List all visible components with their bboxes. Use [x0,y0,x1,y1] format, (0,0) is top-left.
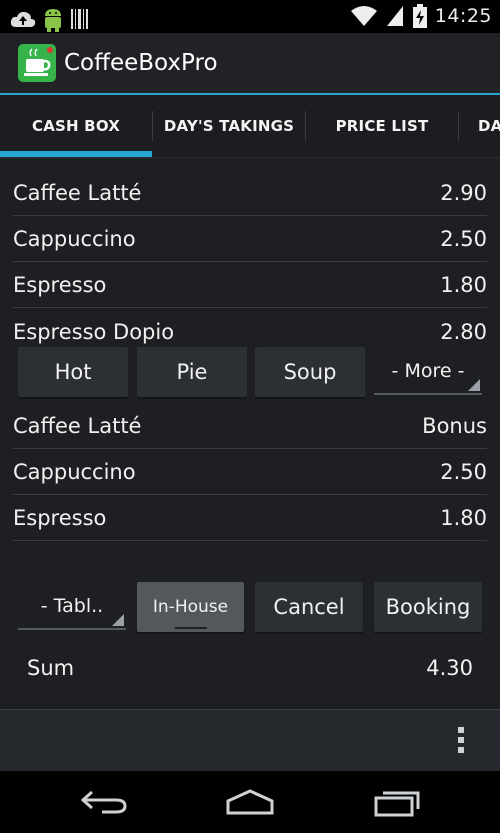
cloud-upload-icon [10,11,36,27]
cancel-button[interactable]: Cancel [255,582,363,632]
product-price: 1.80 [440,272,487,297]
table-spinner[interactable]: - Tabl.. [18,584,126,630]
list-item[interactable]: Espresso Dopio 2.80 [13,308,487,344]
in-house-label: In-House [152,597,229,617]
sum-row: Sum 4.30 [27,648,473,688]
tab-price-list[interactable]: PRICE LIST [306,95,458,157]
tab-indicator [0,151,152,157]
booking-button[interactable]: Booking [374,582,482,632]
order-name: Espresso [13,505,107,530]
more-spinner-value: - More - [391,360,465,382]
toggle-indicator [175,627,207,629]
tab-bar: CASH BOX DAY'S TAKINGS PRICE LIST DA [0,95,500,158]
spinner-arrow-icon [112,614,124,626]
more-spinner[interactable]: - More - [374,349,482,395]
product-name: Espresso [13,272,107,297]
overflow-menu-icon[interactable] [458,727,464,757]
home-icon[interactable] [225,789,275,815]
order-name: Caffee Latté [13,413,142,438]
list-item[interactable]: Caffee Latté 2.90 [13,170,487,216]
wifi-icon [350,6,377,26]
category-soup-button[interactable]: Soup [255,347,365,397]
category-hot-button[interactable]: Hot [18,347,128,397]
category-pie-button[interactable]: Pie [137,347,247,397]
product-name: Cappuccino [13,226,136,251]
spinner-arrow-icon [468,379,480,391]
barcode-icon [71,9,88,29]
sum-label: Sum [27,656,75,680]
back-icon[interactable] [80,789,128,815]
app-title: CoffeeBoxPro [64,50,218,76]
battery-charging-icon [412,4,427,28]
tab-days-takings[interactable]: DAY'S TAKINGS [153,95,305,157]
product-price: 2.50 [440,226,487,251]
order-item[interactable]: Espresso 1.80 [13,495,487,541]
tab-partial[interactable]: DA [478,95,500,157]
list-item[interactable]: Espresso 1.80 [13,262,487,308]
order-name: Cappuccino [13,459,136,484]
order-item[interactable]: Cappuccino 2.50 [13,449,487,495]
order-price: Bonus [422,413,487,438]
table-spinner-value: - Tabl.. [40,595,104,617]
navigation-bar [0,771,500,833]
order-item[interactable]: Caffee Latté Bonus [13,403,487,449]
order-price: 1.80 [440,505,487,530]
signal-icon [386,6,403,26]
tab-divider [458,111,459,141]
status-bar: 14:25 [0,0,500,33]
product-name: Caffee Latté [13,180,142,205]
android-icon [45,9,61,32]
sum-value: 4.30 [426,656,473,680]
recent-apps-icon[interactable] [373,789,421,817]
list-item[interactable]: Cappuccino 2.50 [13,216,487,262]
tab-cash-box[interactable]: CASH BOX [0,95,152,157]
product-price: 2.80 [440,320,487,344]
order-price: 2.50 [440,459,487,484]
action-bar: CoffeeBoxPro [0,33,500,95]
coffee-cup-icon[interactable] [18,44,56,82]
clock: 14:25 [434,5,492,27]
in-house-toggle[interactable]: In-House [137,582,244,632]
bottom-action-bar [0,709,500,772]
product-name: Espresso Dopio [13,320,175,344]
product-price: 2.90 [440,180,487,205]
